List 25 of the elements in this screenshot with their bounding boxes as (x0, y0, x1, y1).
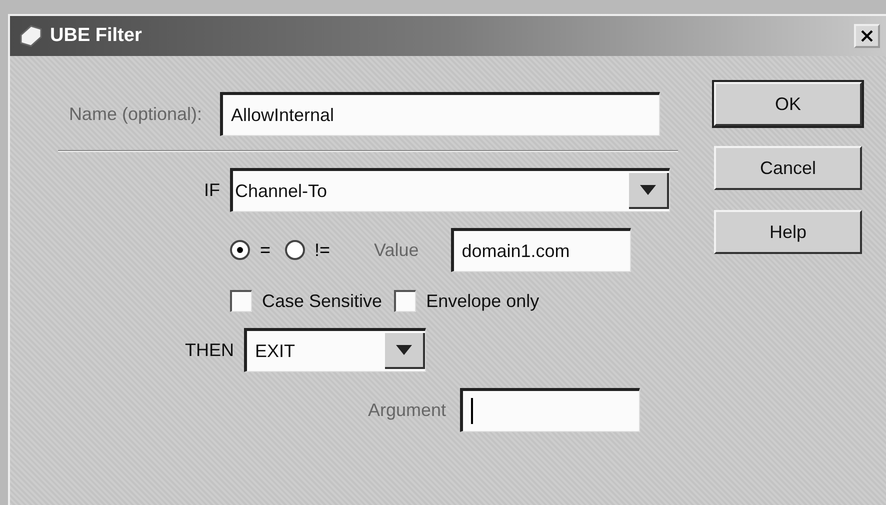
dialog-button[interactable]: Help (714, 210, 862, 254)
dialog-button[interactable]: OK (714, 82, 862, 126)
app-icon (18, 23, 44, 49)
operator-radio[interactable]: = (230, 240, 271, 260)
dropdown-arrow-icon (640, 185, 656, 195)
value-field[interactable]: domain1.com (450, 228, 631, 272)
name-value: AllowInternal (231, 104, 334, 126)
condition-dropdown[interactable]: Channel-To (230, 168, 670, 212)
operator-radio[interactable]: != (284, 240, 330, 260)
value-text: domain1.com (462, 240, 570, 262)
close-button[interactable] (854, 24, 880, 48)
if-label: IF (203, 180, 221, 200)
option-checkbox[interactable]: Envelope only (394, 290, 540, 312)
dropdown-arrow-icon (396, 345, 412, 355)
dialog-button[interactable]: Cancel (714, 146, 862, 190)
argument-field[interactable] (460, 388, 640, 432)
option-checkbox[interactable]: Case Sensitive (230, 290, 382, 312)
name-field[interactable]: AllowInternal (220, 92, 660, 136)
close-icon (860, 29, 874, 43)
value-label: Value (374, 240, 419, 260)
window-title: UBE Filter (50, 25, 143, 47)
then-label: THEN (184, 340, 235, 360)
action-dropdown[interactable]: EXIT (244, 328, 426, 372)
argument-label: Argument (368, 400, 446, 420)
name-label: Name (optional): (68, 104, 203, 124)
